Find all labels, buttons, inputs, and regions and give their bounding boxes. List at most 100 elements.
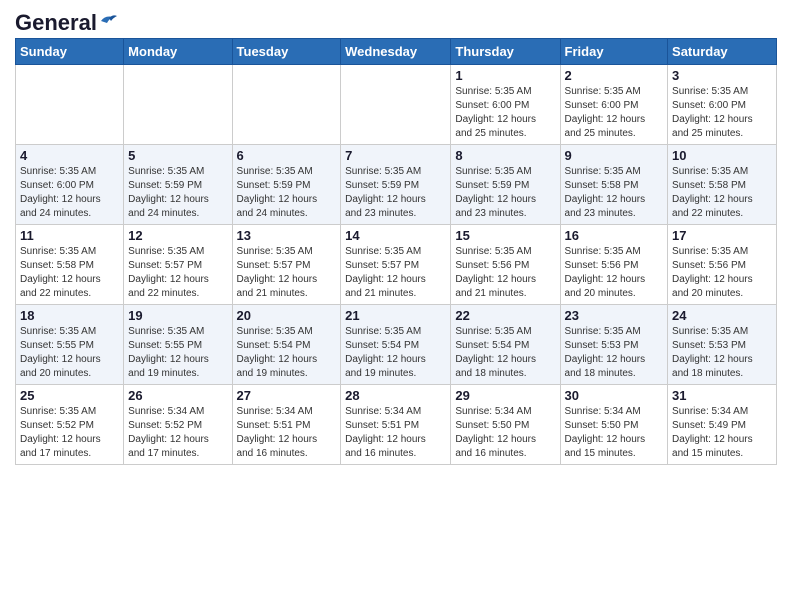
day-info: Sunrise: 5:35 AM Sunset: 6:00 PM Dayligh… [565, 85, 664, 141]
day-info: Sunrise: 5:35 AM Sunset: 5:59 PM Dayligh… [237, 165, 337, 221]
calendar-cell: 28 Sunrise: 5:34 AM Sunset: 5:51 PM Dayli… [341, 385, 451, 465]
day-info: Sunrise: 5:35 AM Sunset: 5:57 PM Dayligh… [237, 245, 337, 301]
day-number: 26 [128, 388, 227, 403]
calendar-cell [232, 65, 341, 145]
day-number: 24 [672, 308, 772, 323]
calendar-cell: 14 Sunrise: 5:35 AM Sunset: 5:57 PM Dayli… [341, 225, 451, 305]
day-number: 23 [565, 308, 664, 323]
header-thursday: Thursday [451, 39, 560, 65]
day-info: Sunrise: 5:35 AM Sunset: 5:58 PM Dayligh… [565, 165, 664, 221]
week-row-2: 4 Sunrise: 5:35 AM Sunset: 6:00 PM Daylig… [16, 145, 777, 225]
week-row-1: 1 Sunrise: 5:35 AM Sunset: 6:00 PM Daylig… [16, 65, 777, 145]
calendar-cell: 26 Sunrise: 5:34 AM Sunset: 5:52 PM Dayli… [124, 385, 232, 465]
day-number: 6 [237, 148, 337, 163]
calendar-cell: 13 Sunrise: 5:35 AM Sunset: 5:57 PM Dayli… [232, 225, 341, 305]
day-number: 7 [345, 148, 446, 163]
day-number: 29 [455, 388, 555, 403]
day-info: Sunrise: 5:35 AM Sunset: 5:52 PM Dayligh… [20, 405, 119, 461]
calendar-cell: 5Sunrise: 5:35 AM Sunset: 5:59 PM Daylig… [124, 145, 232, 225]
day-info: Sunrise: 5:35 AM Sunset: 5:53 PM Dayligh… [672, 325, 772, 381]
calendar-cell: 12 Sunrise: 5:35 AM Sunset: 5:57 PM Dayli… [124, 225, 232, 305]
day-number: 2 [565, 68, 664, 83]
day-number: 22 [455, 308, 555, 323]
calendar-cell: 3Sunrise: 5:35 AM Sunset: 6:00 PM Daylig… [668, 65, 777, 145]
calendar-cell: 18 Sunrise: 5:35 AM Sunset: 5:55 PM Dayli… [16, 305, 124, 385]
day-number: 18 [20, 308, 119, 323]
day-number: 8 [455, 148, 555, 163]
logo-bird-icon [99, 13, 117, 27]
calendar-cell [341, 65, 451, 145]
day-number: 12 [128, 228, 227, 243]
header-friday: Friday [560, 39, 668, 65]
calendar-cell: 4 Sunrise: 5:35 AM Sunset: 6:00 PM Daylig… [16, 145, 124, 225]
day-number: 19 [128, 308, 227, 323]
calendar-cell: 31 Sunrise: 5:34 AM Sunset: 5:49 PM Dayli… [668, 385, 777, 465]
calendar-table: SundayMondayTuesdayWednesdayThursdayFrid… [15, 38, 777, 465]
calendar-cell: 29 Sunrise: 5:34 AM Sunset: 5:50 PM Dayli… [451, 385, 560, 465]
day-info: Sunrise: 5:35 AM Sunset: 5:55 PM Dayligh… [20, 325, 119, 381]
day-number: 4 [20, 148, 119, 163]
week-row-5: 25Sunrise: 5:35 AM Sunset: 5:52 PM Dayli… [16, 385, 777, 465]
day-info: Sunrise: 5:35 AM Sunset: 5:56 PM Dayligh… [565, 245, 664, 301]
day-number: 1 [455, 68, 555, 83]
calendar-cell: 15 Sunrise: 5:35 AM Sunset: 5:56 PM Dayli… [451, 225, 560, 305]
header-monday: Monday [124, 39, 232, 65]
calendar-cell: 9 Sunrise: 5:35 AM Sunset: 5:58 PM Daylig… [560, 145, 668, 225]
day-info: Sunrise: 5:34 AM Sunset: 5:49 PM Dayligh… [672, 405, 772, 461]
day-info: Sunrise: 5:35 AM Sunset: 5:55 PM Dayligh… [128, 325, 227, 381]
day-number: 31 [672, 388, 772, 403]
day-number: 27 [237, 388, 337, 403]
header-wednesday: Wednesday [341, 39, 451, 65]
day-number: 13 [237, 228, 337, 243]
day-info: Sunrise: 5:35 AM Sunset: 5:56 PM Dayligh… [455, 245, 555, 301]
day-info: Sunrise: 5:34 AM Sunset: 5:50 PM Dayligh… [565, 405, 664, 461]
day-info: Sunrise: 5:35 AM Sunset: 5:53 PM Dayligh… [565, 325, 664, 381]
day-info: Sunrise: 5:35 AM Sunset: 5:57 PM Dayligh… [128, 245, 227, 301]
calendar-cell: 20Sunrise: 5:35 AM Sunset: 5:54 PM Dayli… [232, 305, 341, 385]
day-info: Sunrise: 5:35 AM Sunset: 5:58 PM Dayligh… [20, 245, 119, 301]
day-number: 15 [455, 228, 555, 243]
day-number: 28 [345, 388, 446, 403]
day-info: Sunrise: 5:35 AM Sunset: 5:54 PM Dayligh… [455, 325, 555, 381]
header-row: SundayMondayTuesdayWednesdayThursdayFrid… [16, 39, 777, 65]
calendar-cell: 19 Sunrise: 5:35 AM Sunset: 5:55 PM Dayli… [124, 305, 232, 385]
day-info: Sunrise: 5:35 AM Sunset: 6:00 PM Dayligh… [20, 165, 119, 221]
day-number: 14 [345, 228, 446, 243]
calendar-cell: 22 Sunrise: 5:35 AM Sunset: 5:54 PM Dayli… [451, 305, 560, 385]
day-info: Sunrise: 5:35 AM Sunset: 6:00 PM Dayligh… [455, 85, 555, 141]
day-number: 5 [128, 148, 227, 163]
day-info: Sunrise: 5:35 AM Sunset: 5:58 PM Dayligh… [672, 165, 772, 221]
calendar-cell: 21 Sunrise: 5:35 AM Sunset: 5:54 PM Dayli… [341, 305, 451, 385]
week-row-3: 11 Sunrise: 5:35 AM Sunset: 5:58 PM Dayli… [16, 225, 777, 305]
logo: General [15, 10, 117, 32]
day-info: Sunrise: 5:34 AM Sunset: 5:51 PM Dayligh… [237, 405, 337, 461]
calendar-cell: 8 Sunrise: 5:35 AM Sunset: 5:59 PM Daylig… [451, 145, 560, 225]
day-number: 21 [345, 308, 446, 323]
day-info: Sunrise: 5:35 AM Sunset: 5:54 PM Dayligh… [237, 325, 337, 381]
day-number: 30 [565, 388, 664, 403]
day-info: Sunrise: 5:34 AM Sunset: 5:52 PM Dayligh… [128, 405, 227, 461]
day-info: Sunrise: 5:35 AM Sunset: 5:57 PM Dayligh… [345, 245, 446, 301]
day-info: Sunrise: 5:34 AM Sunset: 5:50 PM Dayligh… [455, 405, 555, 461]
calendar-cell: 27 Sunrise: 5:34 AM Sunset: 5:51 PM Dayli… [232, 385, 341, 465]
day-info: Sunrise: 5:34 AM Sunset: 5:51 PM Dayligh… [345, 405, 446, 461]
page-header: General [15, 10, 777, 32]
week-row-4: 18 Sunrise: 5:35 AM Sunset: 5:55 PM Dayli… [16, 305, 777, 385]
header-tuesday: Tuesday [232, 39, 341, 65]
day-number: 17 [672, 228, 772, 243]
day-info: Sunrise: 5:35 AM Sunset: 6:00 PM Dayligh… [672, 85, 772, 141]
calendar-cell [124, 65, 232, 145]
day-info: Sunrise: 5:35 AM Sunset: 5:59 PM Dayligh… [345, 165, 446, 221]
calendar-cell: 11 Sunrise: 5:35 AM Sunset: 5:58 PM Dayli… [16, 225, 124, 305]
day-number: 11 [20, 228, 119, 243]
day-info: Sunrise: 5:35 AM Sunset: 5:54 PM Dayligh… [345, 325, 446, 381]
calendar-cell: 1 Sunrise: 5:35 AM Sunset: 6:00 PM Daylig… [451, 65, 560, 145]
day-info: Sunrise: 5:35 AM Sunset: 5:59 PM Dayligh… [455, 165, 555, 221]
day-number: 9 [565, 148, 664, 163]
calendar-cell: 25Sunrise: 5:35 AM Sunset: 5:52 PM Dayli… [16, 385, 124, 465]
calendar-cell: 17Sunrise: 5:35 AM Sunset: 5:56 PM Dayli… [668, 225, 777, 305]
calendar-cell: 24 Sunrise: 5:35 AM Sunset: 5:53 PM Dayli… [668, 305, 777, 385]
calendar-cell: 6 Sunrise: 5:35 AM Sunset: 5:59 PM Daylig… [232, 145, 341, 225]
calendar-cell: 30 Sunrise: 5:34 AM Sunset: 5:50 PM Dayli… [560, 385, 668, 465]
calendar-cell [16, 65, 124, 145]
